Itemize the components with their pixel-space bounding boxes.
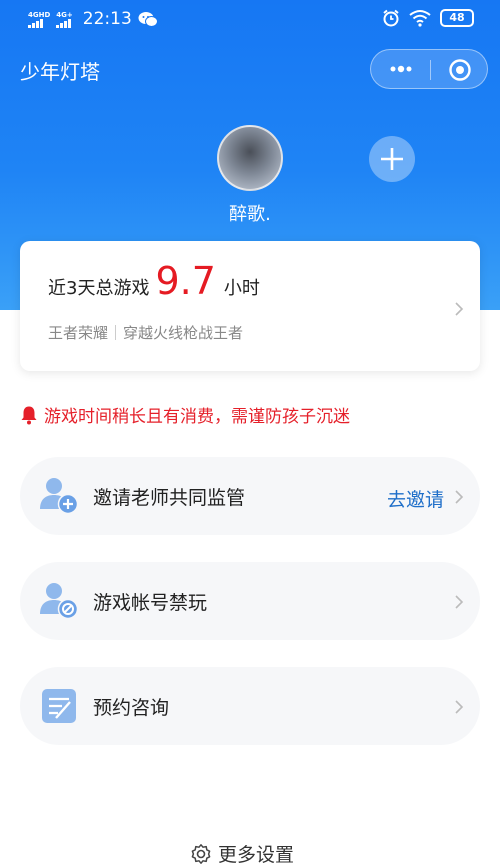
ban-account-item[interactable]: 游戏帐号禁玩 [20, 562, 480, 640]
chevron-right-icon [455, 490, 464, 504]
chevron-right-icon [455, 595, 464, 609]
add-child-button[interactable] [369, 136, 415, 182]
signal-strength-icon-2: 4G+ [56, 10, 73, 28]
consult-label: 预约咨询 [93, 697, 170, 719]
invite-action-link[interactable]: 去邀请 [387, 485, 444, 512]
consult-item[interactable]: 预约咨询 [20, 667, 480, 745]
add-user-icon [40, 478, 79, 515]
summary-row: 近3天总游戏 9.7 小时 [48, 259, 260, 303]
status-bar-left: 4GHD 4G+ 22:13 [28, 9, 158, 29]
warning-text: 游戏时间稍长且有消费，需谨防孩子沉迷 [44, 407, 350, 427]
more-settings-button[interactable]: 更多设置 [190, 840, 294, 866]
invite-teacher-item[interactable]: 邀请老师共同监管 去邀请 [20, 457, 480, 535]
game-name: 王者荣耀 [48, 324, 109, 342]
battery-indicator: 48 [440, 9, 474, 27]
signal-1-label: 4GHD [28, 10, 51, 19]
mini-program-capsule [370, 49, 488, 89]
chevron-right-icon [455, 700, 464, 714]
signal-2-label: 4G+ [56, 10, 73, 19]
status-bar-right: 48 [382, 9, 474, 27]
summary-unit: 小时 [223, 278, 260, 299]
edit-note-icon [42, 689, 76, 723]
addiction-warning: 游戏时间稍长且有消费，需谨防孩子沉迷 [20, 402, 350, 427]
game-list: 王者荣耀 穿越火线枪战王者 [48, 322, 243, 343]
invite-teacher-label: 邀请老师共同监管 [93, 487, 246, 509]
wifi-icon [409, 10, 431, 27]
page-title: 少年灯塔 [20, 60, 100, 84]
game-summary-card[interactable]: 近3天总游戏 9.7 小时 王者荣耀 穿越火线枪战王者 [20, 241, 480, 371]
chevron-right-icon [455, 302, 464, 316]
bell-icon [21, 406, 37, 424]
alarm-clock-icon [383, 9, 399, 27]
total-hours: 9.7 [155, 259, 216, 303]
status-bar: 4GHD 4G+ 22:13 48 [0, 0, 500, 40]
username: 醉歌. [229, 204, 271, 225]
game-divider [115, 325, 117, 340]
game-name: 穿越火线枪战王者 [123, 324, 244, 342]
capsule-divider [430, 60, 431, 80]
close-mini-program-icon[interactable] [448, 58, 472, 82]
gear-icon [191, 843, 211, 864]
wechat-icon [138, 11, 158, 27]
more-options-icon[interactable] [387, 56, 415, 82]
more-settings-label: 更多设置 [218, 844, 295, 866]
signal-strength-icon: 4GHD [28, 11, 50, 28]
avatar[interactable] [217, 125, 283, 191]
user-blocked-icon [40, 583, 79, 620]
plus-icon [381, 148, 403, 170]
status-time: 22:13 [82, 9, 132, 29]
ban-account-label: 游戏帐号禁玩 [93, 592, 208, 614]
summary-prefix: 近3天总游戏 [48, 278, 150, 299]
